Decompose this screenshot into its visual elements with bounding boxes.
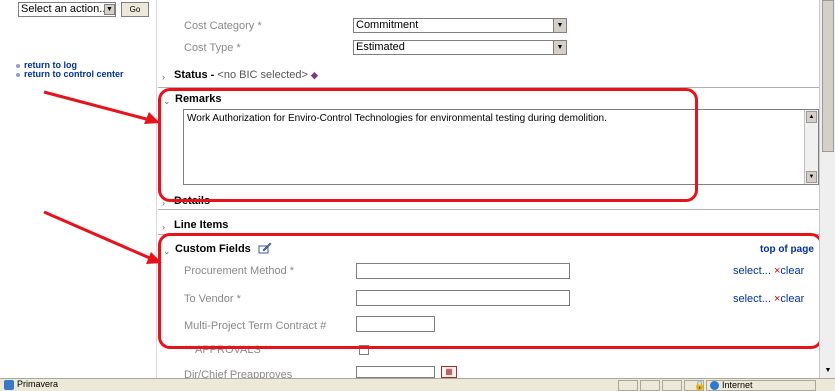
page-scroll-thumb[interactable] [822, 0, 834, 152]
page-icon [4, 380, 14, 390]
statusbar-page-title: Primavera [17, 379, 59, 389]
status-cell [640, 380, 660, 391]
browser-statusbar: Primavera 🔒 Internet [0, 378, 835, 391]
remarks-arrow-line [43, 90, 151, 122]
page-scrollbar[interactable]: ▼ [819, 0, 835, 378]
scroll-down-icon[interactable]: ▼ [822, 366, 834, 376]
lock-icon: 🔒 [694, 380, 706, 390]
zone-label: Internet [722, 380, 753, 390]
status-cell [662, 380, 682, 391]
zone-cell: Internet [706, 380, 816, 391]
status-cell [618, 380, 638, 391]
custom-fields-arrow-line [43, 210, 153, 261]
annotation-arrows [43, 90, 162, 264]
globe-icon [710, 381, 719, 390]
